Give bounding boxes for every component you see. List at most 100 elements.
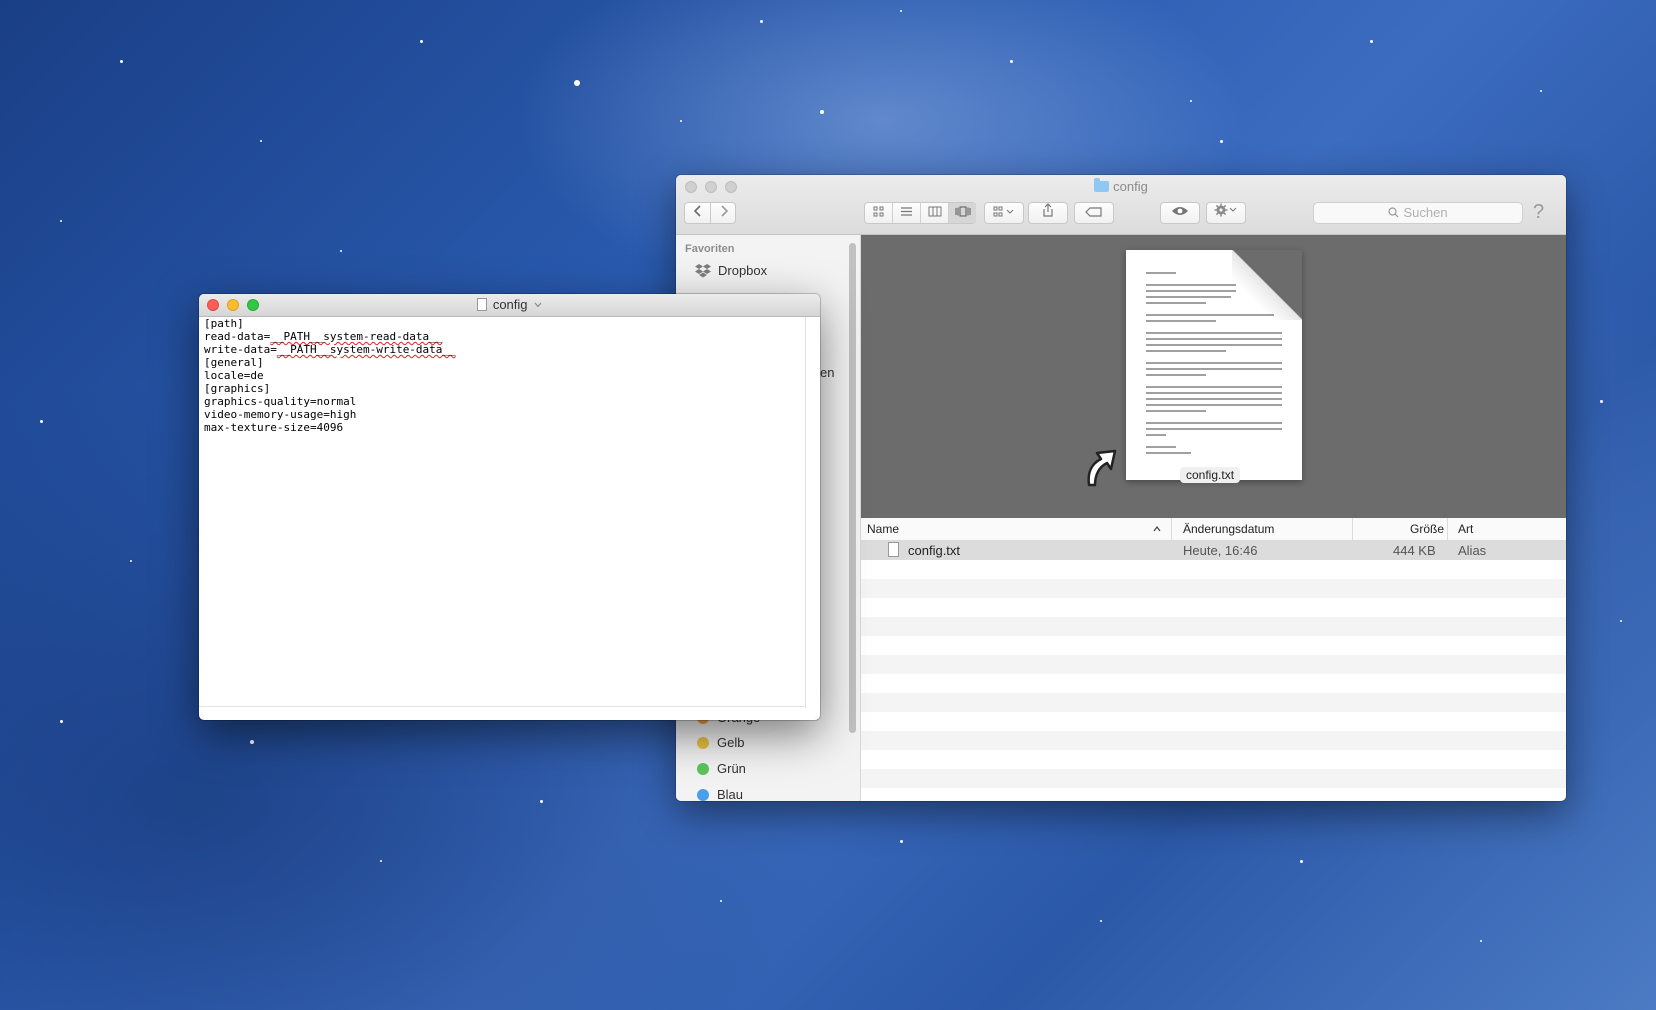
cover-flow-icon bbox=[955, 206, 970, 217]
sidebar-tag-yellow[interactable]: Gelb bbox=[676, 734, 848, 754]
search-icon bbox=[1388, 207, 1399, 218]
star bbox=[1600, 400, 1603, 403]
text-line bbox=[1146, 422, 1282, 424]
list-header: Name Änderungsdatum Größe Art bbox=[861, 518, 1566, 541]
table-row[interactable]: config.txt Heute, 16:46 444 KB Alias bbox=[861, 541, 1566, 560]
share-button[interactable] bbox=[1028, 202, 1068, 224]
star bbox=[1010, 60, 1013, 63]
sidebar-header-favorites: Favoriten bbox=[685, 243, 735, 255]
text-line: graphics-quality=normal bbox=[204, 395, 357, 408]
text-line bbox=[1146, 302, 1206, 304]
column-header-kind[interactable]: Art bbox=[1458, 522, 1473, 536]
star bbox=[60, 720, 63, 723]
empty-row bbox=[861, 579, 1566, 598]
text-line bbox=[1146, 284, 1236, 286]
alias-arrow-icon bbox=[1087, 449, 1117, 487]
column-separator[interactable] bbox=[1171, 518, 1172, 540]
arrange-button[interactable] bbox=[984, 202, 1024, 224]
column-header-date[interactable]: Änderungsdatum bbox=[1183, 522, 1274, 536]
empty-row bbox=[861, 731, 1566, 750]
window-title: config bbox=[676, 178, 1566, 194]
tag-button[interactable] bbox=[1074, 202, 1114, 224]
text-line bbox=[1146, 368, 1282, 370]
sidebar-item-partial[interactable]: en bbox=[820, 365, 834, 380]
empty-row bbox=[861, 769, 1566, 788]
arrange-grid-icon bbox=[993, 206, 1014, 217]
sidebar-tag-green[interactable]: Grün bbox=[676, 760, 848, 780]
horizontal-divider bbox=[199, 706, 805, 707]
text-line bbox=[1146, 332, 1282, 334]
star bbox=[380, 860, 382, 862]
columns-icon bbox=[928, 206, 941, 217]
text-line bbox=[1146, 398, 1282, 400]
text-line: locale=de bbox=[204, 369, 264, 382]
sidebar-scrollbar[interactable] bbox=[849, 243, 856, 733]
text-line bbox=[1146, 296, 1231, 298]
document-icon bbox=[476, 298, 487, 311]
sidebar-item-dropbox[interactable]: Dropbox bbox=[676, 261, 848, 281]
empty-row bbox=[861, 693, 1566, 712]
row-name: config.txt bbox=[908, 543, 961, 558]
star bbox=[1540, 90, 1542, 92]
text-line: [path] bbox=[204, 317, 244, 330]
text-line bbox=[1146, 350, 1226, 352]
misspelled-word: __PATH__system-read-data__ bbox=[270, 330, 443, 343]
empty-row bbox=[861, 560, 1566, 579]
empty-row bbox=[861, 674, 1566, 693]
empty-row bbox=[861, 750, 1566, 769]
column-header-name[interactable]: Name bbox=[867, 522, 899, 536]
document-preview[interactable] bbox=[1126, 250, 1302, 480]
icon-view-button[interactable] bbox=[865, 203, 893, 223]
column-separator[interactable] bbox=[1352, 518, 1353, 540]
text-editor-content[interactable]: [path] read-data=__PATH__system-read-data… bbox=[204, 317, 804, 707]
text-line: max-texture-size=4096 bbox=[204, 421, 344, 434]
search-placeholder: Suchen bbox=[1403, 205, 1448, 220]
column-header-size[interactable]: Größe bbox=[1410, 522, 1444, 536]
tag-icon bbox=[1085, 207, 1102, 217]
text-segment: write-data= bbox=[204, 343, 277, 356]
gear-icon bbox=[1214, 203, 1237, 217]
star bbox=[1300, 860, 1303, 863]
star bbox=[340, 250, 342, 252]
page-curl bbox=[1232, 250, 1302, 320]
text-line bbox=[1146, 434, 1166, 436]
star bbox=[760, 20, 763, 23]
text-line bbox=[1146, 362, 1282, 364]
star bbox=[820, 110, 824, 114]
back-button[interactable] bbox=[685, 203, 711, 223]
forward-button[interactable] bbox=[711, 203, 736, 223]
finder-toolbar: config Suchen ? bbox=[676, 175, 1566, 235]
text-line: video-memory-usage=high bbox=[204, 408, 357, 421]
dropbox-icon bbox=[695, 264, 711, 278]
window-title-text: config bbox=[1113, 179, 1148, 194]
share-icon bbox=[1043, 203, 1053, 217]
column-view-button[interactable] bbox=[921, 203, 949, 223]
text-line bbox=[1146, 452, 1191, 454]
star bbox=[540, 800, 543, 803]
text-line bbox=[1146, 392, 1282, 394]
star bbox=[250, 740, 254, 744]
cover-flow-preview: config.txt bbox=[861, 235, 1566, 518]
action-button[interactable] bbox=[1206, 202, 1246, 224]
cover-flow-button[interactable] bbox=[949, 203, 976, 223]
sort-ascending-icon bbox=[1153, 526, 1161, 532]
star bbox=[574, 80, 580, 86]
window-title[interactable]: config bbox=[199, 297, 820, 312]
star bbox=[1100, 920, 1102, 922]
chevron-down-icon bbox=[534, 302, 542, 308]
star bbox=[120, 60, 123, 63]
help-button[interactable]: ? bbox=[1533, 201, 1544, 224]
eye-icon bbox=[1172, 207, 1188, 215]
text-line: write-data=__PATH__system-write-data__ bbox=[204, 343, 804, 356]
tag-label: Gelb bbox=[717, 735, 745, 750]
quick-look-button[interactable] bbox=[1160, 202, 1200, 224]
text-line bbox=[1146, 272, 1176, 274]
column-separator[interactable] bbox=[1447, 518, 1448, 540]
text-line bbox=[1146, 314, 1274, 316]
sidebar-tag-blue[interactable]: Blau bbox=[676, 786, 848, 801]
vertical-scrollbar-track[interactable] bbox=[805, 317, 806, 708]
search-field[interactable]: Suchen bbox=[1313, 202, 1523, 224]
empty-row bbox=[861, 598, 1566, 617]
list-view-button[interactable] bbox=[893, 203, 921, 223]
row-date: Heute, 16:46 bbox=[1183, 543, 1258, 558]
